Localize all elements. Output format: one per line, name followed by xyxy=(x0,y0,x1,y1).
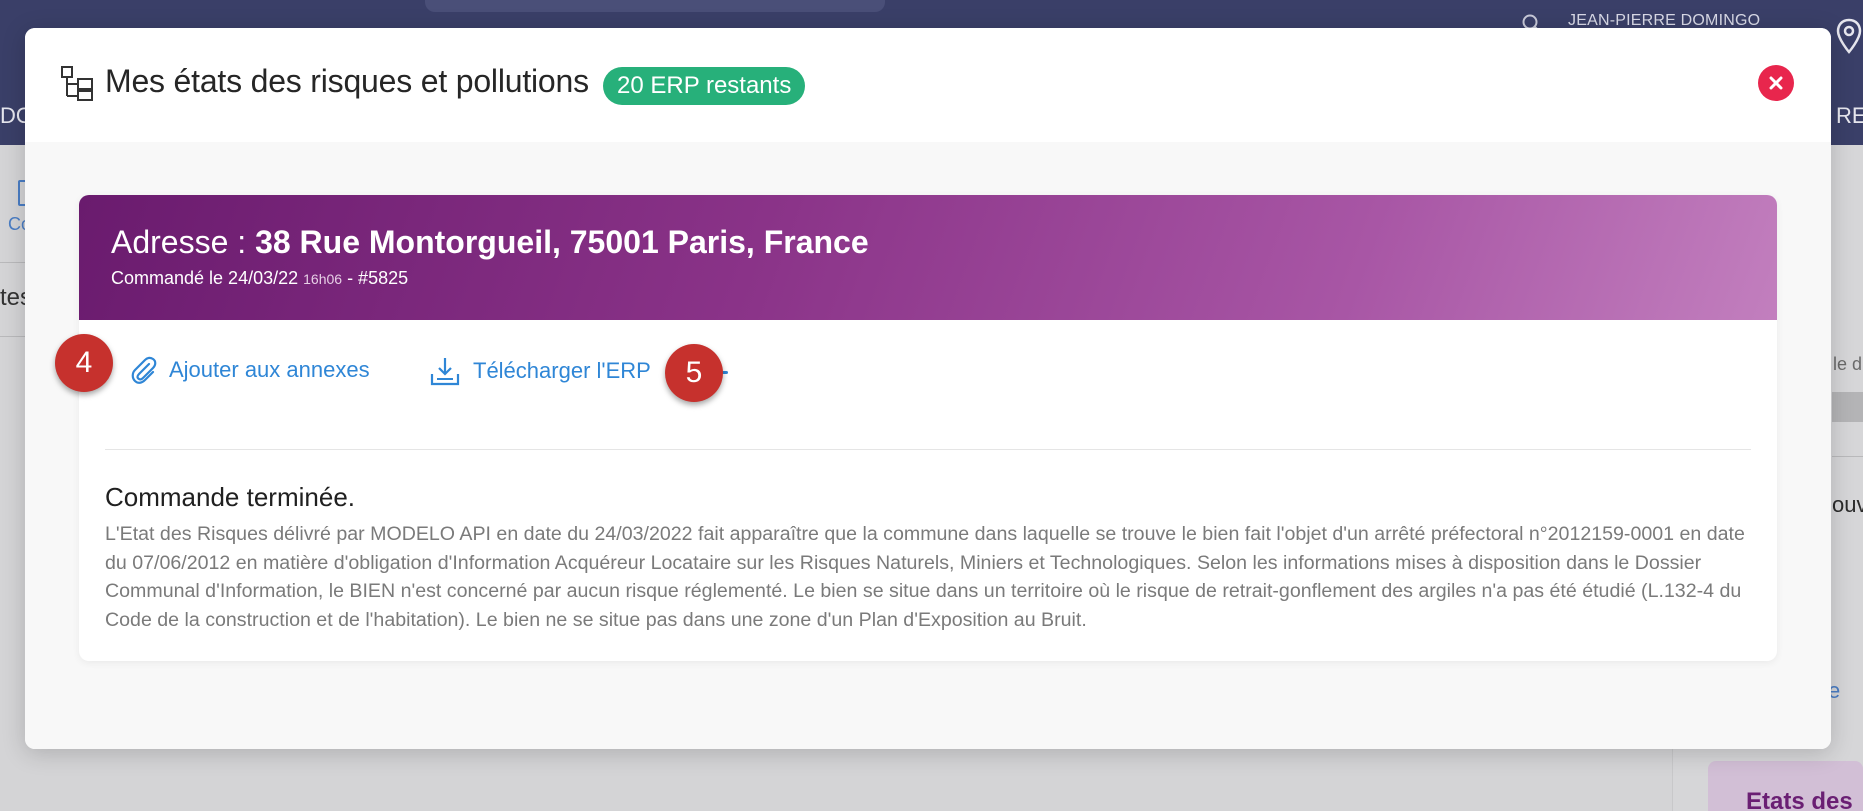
sitemap-icon xyxy=(61,66,93,101)
modal-title: Mes états des risques et pollutions xyxy=(105,63,589,99)
background-search-bar xyxy=(425,0,885,12)
order-info: Commandé le 24/03/22 16h06 - #5825 xyxy=(111,268,408,289)
close-icon xyxy=(1769,76,1783,90)
address-value: 38 Rue Montorgueil, 75001 Paris, France xyxy=(255,224,869,260)
divider xyxy=(0,262,25,263)
status-title: Commande terminée. xyxy=(105,482,355,512)
status-description: L'Etat des Risques délivré par MODELO AP… xyxy=(105,523,1745,631)
erp-card-header: Adresse : 38 Rue Montorgueil, 75001 Pari… xyxy=(79,195,1777,320)
location-pin-icon[interactable] xyxy=(1836,18,1862,56)
background-right-text: ouv xyxy=(1832,492,1863,517)
close-button[interactable] xyxy=(1758,65,1794,101)
step-marker-4: 4 xyxy=(55,334,113,392)
background-right-text: le d xyxy=(1833,354,1863,374)
order-time: 16h06 xyxy=(303,271,343,287)
background-right-input[interactable] xyxy=(1832,392,1863,422)
paperclip-icon xyxy=(131,356,157,384)
address: Adresse : 38 Rue Montorgueil, 75001 Pari… xyxy=(111,224,869,261)
erp-card: Adresse : 38 Rue Montorgueil, 75001 Pari… xyxy=(79,195,1777,661)
add-to-annexes-button[interactable]: Ajouter aux annexes xyxy=(129,355,370,385)
step-marker-5: 5 xyxy=(665,344,723,402)
order-number: - #5825 xyxy=(342,268,409,288)
address-label: Adresse : xyxy=(111,224,256,260)
download-icon xyxy=(430,358,460,386)
background-right-card-title: Etats des xyxy=(1746,788,1853,811)
erp-remaining-badge: 20 ERP restants xyxy=(603,67,806,105)
background-nav-item[interactable]: RE xyxy=(1836,103,1863,129)
divider xyxy=(105,449,1751,450)
divider xyxy=(0,336,25,337)
erp-modal: Mes états des risques et pollutions 20 E… xyxy=(25,28,1831,749)
erp-actions: Ajouter aux annexes Télécharger l'ERP xyxy=(79,320,1777,420)
add-to-annexes-label: Ajouter aux annexes xyxy=(169,357,370,382)
divider xyxy=(1832,456,1863,457)
order-date: Commandé le 24/03/22 xyxy=(111,268,304,288)
download-erp-button[interactable]: Télécharger l'ERP xyxy=(429,355,651,387)
download-erp-label: Télécharger l'ERP xyxy=(473,358,651,383)
